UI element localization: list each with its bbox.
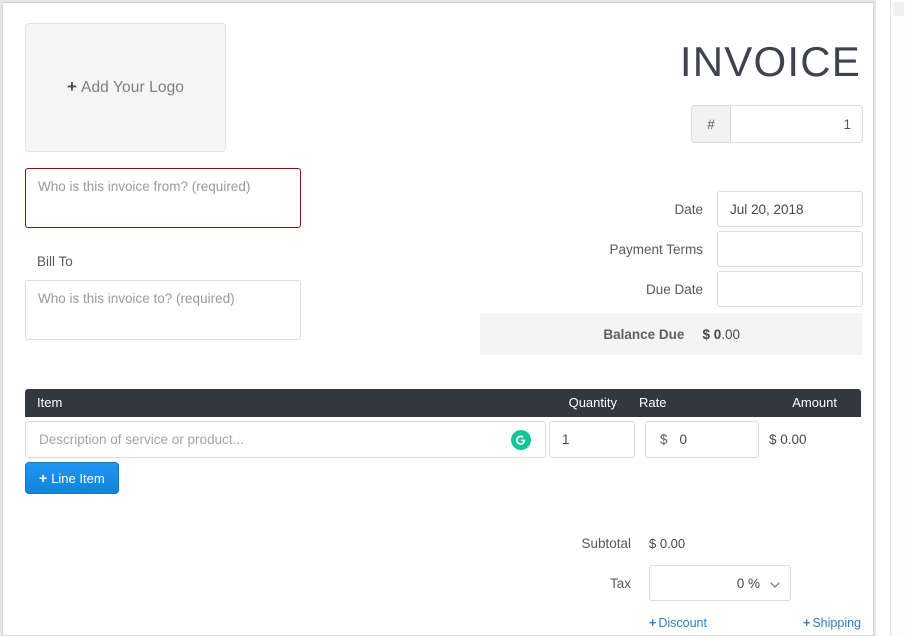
subtotal-row: Subtotal $ 0.00	[523, 536, 685, 551]
plus-icon: +	[803, 616, 811, 630]
vertical-scrollbar[interactable]	[890, 0, 906, 636]
payment-terms-input[interactable]	[717, 231, 863, 267]
invoice-editor-viewport: + Add Your Logo INVOICE # 1 Who is this …	[0, 0, 906, 636]
column-header-amount: Amount	[792, 395, 837, 410]
bill-to-label: Bill To	[37, 254, 73, 269]
invoice-number-group[interactable]: # 1	[691, 105, 863, 143]
tax-value: 0 %	[736, 575, 760, 591]
plus-icon: +	[39, 470, 48, 486]
add-discount-link[interactable]: + Discount	[649, 616, 707, 630]
due-date-label: Due Date	[645, 281, 703, 297]
due-date-input[interactable]	[717, 271, 863, 307]
item-amount-value: $ 0.00	[769, 432, 807, 447]
invoice-page-sheet: + Add Your Logo INVOICE # 1 Who is this …	[2, 2, 874, 636]
tax-row: Tax 0 %	[523, 565, 791, 601]
table-row: Description of service or product... 1 $…	[25, 421, 861, 458]
items-table-header: Item Quantity Rate Amount	[25, 389, 861, 417]
balance-due-major: $ 0	[702, 326, 722, 342]
item-description-input[interactable]: Description of service or product...	[25, 421, 546, 458]
balance-due-label: Balance Due	[603, 326, 685, 342]
invoice-to-textarea[interactable]: Who is this invoice to? (required)	[25, 280, 301, 340]
chevron-down-icon	[770, 578, 780, 588]
payment-terms-row: Payment Terms	[543, 231, 863, 267]
totals-addons: + Discount + Shipping	[649, 616, 861, 630]
add-shipping-link[interactable]: + Shipping	[803, 616, 861, 630]
grammarly-icon[interactable]	[511, 430, 531, 450]
column-header-item: Item	[37, 395, 63, 410]
item-rate-input[interactable]: $ 0	[645, 421, 759, 458]
column-header-rate: Rate	[639, 395, 667, 410]
add-logo-label: + Add Your Logo	[67, 78, 184, 97]
invoice-from-textarea[interactable]: Who is this invoice from? (required)	[25, 168, 301, 228]
date-row: Date Jul 20, 2018	[543, 191, 863, 227]
payment-terms-label: Payment Terms	[609, 241, 703, 257]
page-title: INVOICE	[679, 38, 861, 85]
balance-due-minor: .00	[721, 326, 740, 342]
balance-due-value: $ 0.00	[702, 327, 740, 342]
add-logo-dropzone[interactable]: + Add Your Logo	[25, 23, 226, 152]
hash-icon: #	[692, 106, 731, 142]
scrollbar-thumb[interactable]	[893, 2, 904, 16]
date-label: Date	[674, 201, 703, 217]
tax-select[interactable]: 0 %	[649, 565, 791, 601]
add-discount-label: Discount	[658, 616, 707, 630]
balance-due-band: Balance Due $ 0.00	[480, 313, 862, 355]
due-date-row: Due Date	[543, 271, 863, 307]
add-logo-text: Add Your Logo	[81, 79, 185, 96]
invoice-number-input[interactable]: 1	[731, 106, 862, 142]
tax-label: Tax	[609, 575, 631, 591]
add-shipping-label: Shipping	[812, 616, 861, 630]
invoice-content: + Add Your Logo INVOICE # 1 Who is this …	[3, 3, 875, 636]
plus-icon: +	[66, 77, 77, 96]
item-rate-value: 0	[679, 432, 688, 447]
add-line-item-button[interactable]: + Line Item	[25, 462, 119, 494]
add-line-item-label: Line Item	[51, 470, 105, 486]
subtotal-label: Subtotal	[581, 536, 631, 551]
plus-icon: +	[649, 616, 657, 630]
item-quantity-input[interactable]: 1	[549, 421, 635, 458]
date-input[interactable]: Jul 20, 2018	[717, 191, 863, 227]
column-header-quantity: Quantity	[568, 395, 617, 410]
subtotal-value: $ 0.00	[649, 536, 686, 551]
currency-symbol: $	[660, 432, 668, 447]
